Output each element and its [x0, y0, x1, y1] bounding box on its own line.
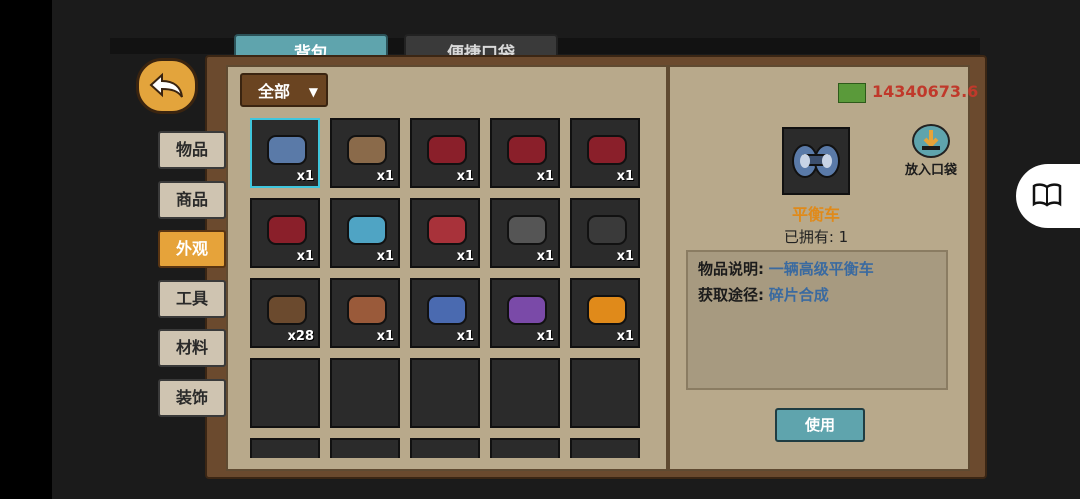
item-count: x1	[536, 169, 554, 184]
inventory-slot[interactable]: x1	[410, 278, 480, 348]
fragment-wheel-icon	[587, 135, 627, 165]
filter-dropdown[interactable]: 全部 ▼	[240, 73, 328, 107]
sidebar-item-decor[interactable]: 装饰	[158, 379, 226, 417]
put-in-pocket-button[interactable]: 放入口袋	[900, 124, 962, 178]
inventory-slot[interactable]	[490, 358, 560, 428]
inventory-slot[interactable]	[570, 358, 640, 428]
item-count: x1	[616, 169, 634, 184]
filter-label: 全部	[258, 82, 291, 101]
description-value: 一辆高级平衡车	[768, 260, 874, 278]
inventory-slot[interactable]: x1	[570, 198, 640, 268]
sidebar-item-goods[interactable]: 商品	[158, 181, 226, 219]
source-label: 获取途径:	[698, 286, 764, 304]
description-box: 物品说明: 一辆高级平衡车 获取途径: 碎片合成	[686, 250, 948, 390]
tin-can-blue-icon	[427, 295, 467, 325]
detail-item-icon	[782, 127, 850, 195]
inventory-slot[interactable]: x1	[490, 278, 560, 348]
inventory-slot[interactable]: x1	[250, 198, 320, 268]
sidebar-item-tools[interactable]: 工具	[158, 280, 226, 318]
item-count: x1	[456, 249, 474, 264]
inventory-slot[interactable]: x1	[570, 278, 640, 348]
badge-purple-icon	[507, 295, 547, 325]
inventory-slot[interactable]: x1	[410, 198, 480, 268]
back-arrow-icon	[149, 72, 183, 98]
item-count: x1	[536, 249, 554, 264]
inventory-slot[interactable]	[410, 438, 480, 458]
electric-bike-icon	[427, 215, 467, 245]
money-display: 14340673.6	[838, 80, 978, 104]
money-value: 14340673.6	[872, 82, 979, 101]
chevron-down-icon: ▼	[308, 85, 318, 99]
inventory-slot[interactable]: x1	[570, 118, 640, 188]
item-count: x1	[296, 249, 314, 264]
dirt-pile-icon	[267, 295, 307, 325]
item-count: x1	[296, 169, 314, 184]
inventory-slot[interactable]: x1	[330, 278, 400, 348]
inventory-slot[interactable]: x1	[410, 118, 480, 188]
sidebar-item-appearance[interactable]: 外观	[158, 230, 226, 268]
scooter-icon	[347, 135, 387, 165]
source-value: 碎片合成	[768, 286, 829, 304]
hoverboard-icon	[347, 215, 387, 245]
item-count: x1	[616, 249, 634, 264]
item-count: x1	[456, 169, 474, 184]
suit-icon	[587, 215, 627, 245]
item-count: x1	[376, 169, 394, 184]
item-count: x1	[616, 329, 634, 344]
inventory-slot[interactable]: x28	[250, 278, 320, 348]
cash-icon	[838, 82, 866, 103]
sidebar-item-items[interactable]: 物品	[158, 131, 226, 169]
inventory-grid: x1 x1 x1 x1 x1 x1 x1 x1 x1 x1 x28 x1 x1 x1 x1	[250, 118, 650, 458]
owned-count: 已拥有: 1	[783, 228, 849, 246]
description-label: 物品说明:	[698, 260, 764, 278]
inventory-slot[interactable]	[250, 358, 320, 428]
hat-icon	[507, 215, 547, 245]
book-icon	[1032, 183, 1062, 207]
inventory-slot[interactable]	[330, 358, 400, 428]
inventory-slot[interactable]	[490, 438, 560, 458]
inventory-slot[interactable]: x1	[250, 118, 320, 188]
item-count: x1	[376, 249, 394, 264]
inventory-slot[interactable]	[570, 438, 640, 458]
left-black-bar	[0, 0, 52, 499]
fragment-red-icon	[427, 135, 467, 165]
back-button[interactable]	[136, 58, 198, 114]
use-button[interactable]: 使用	[775, 408, 865, 442]
source-row: 获取途径: 碎片合成	[698, 282, 936, 308]
fragment-handle-icon	[507, 135, 547, 165]
fragment-bar-icon	[267, 215, 307, 245]
balance-car-icon	[267, 135, 307, 165]
inventory-slot[interactable]	[250, 438, 320, 458]
put-in-pocket-label: 放入口袋	[904, 163, 957, 178]
balance-car-icon	[792, 144, 840, 178]
item-count: x1	[456, 329, 474, 344]
floating-guide-button[interactable]	[1016, 164, 1080, 228]
description-row: 物品说明: 一辆高级平衡车	[698, 256, 936, 282]
inventory-slot[interactable]	[410, 358, 480, 428]
sidebar-item-materials[interactable]: 材料	[158, 329, 226, 367]
badge-orange-icon	[587, 295, 627, 325]
download-icon	[912, 124, 950, 158]
item-count: x1	[536, 329, 554, 344]
item-name: 平衡车	[791, 205, 840, 224]
tin-can-brown-icon	[347, 295, 387, 325]
inventory-slot[interactable]: x1	[490, 198, 560, 268]
inventory-slot[interactable]: x1	[330, 198, 400, 268]
inventory-slot[interactable]: x1	[330, 118, 400, 188]
item-count: x28	[287, 329, 314, 344]
inventory-slot[interactable]: x1	[490, 118, 560, 188]
inventory-slot[interactable]	[330, 438, 400, 458]
item-count: x1	[376, 329, 394, 344]
